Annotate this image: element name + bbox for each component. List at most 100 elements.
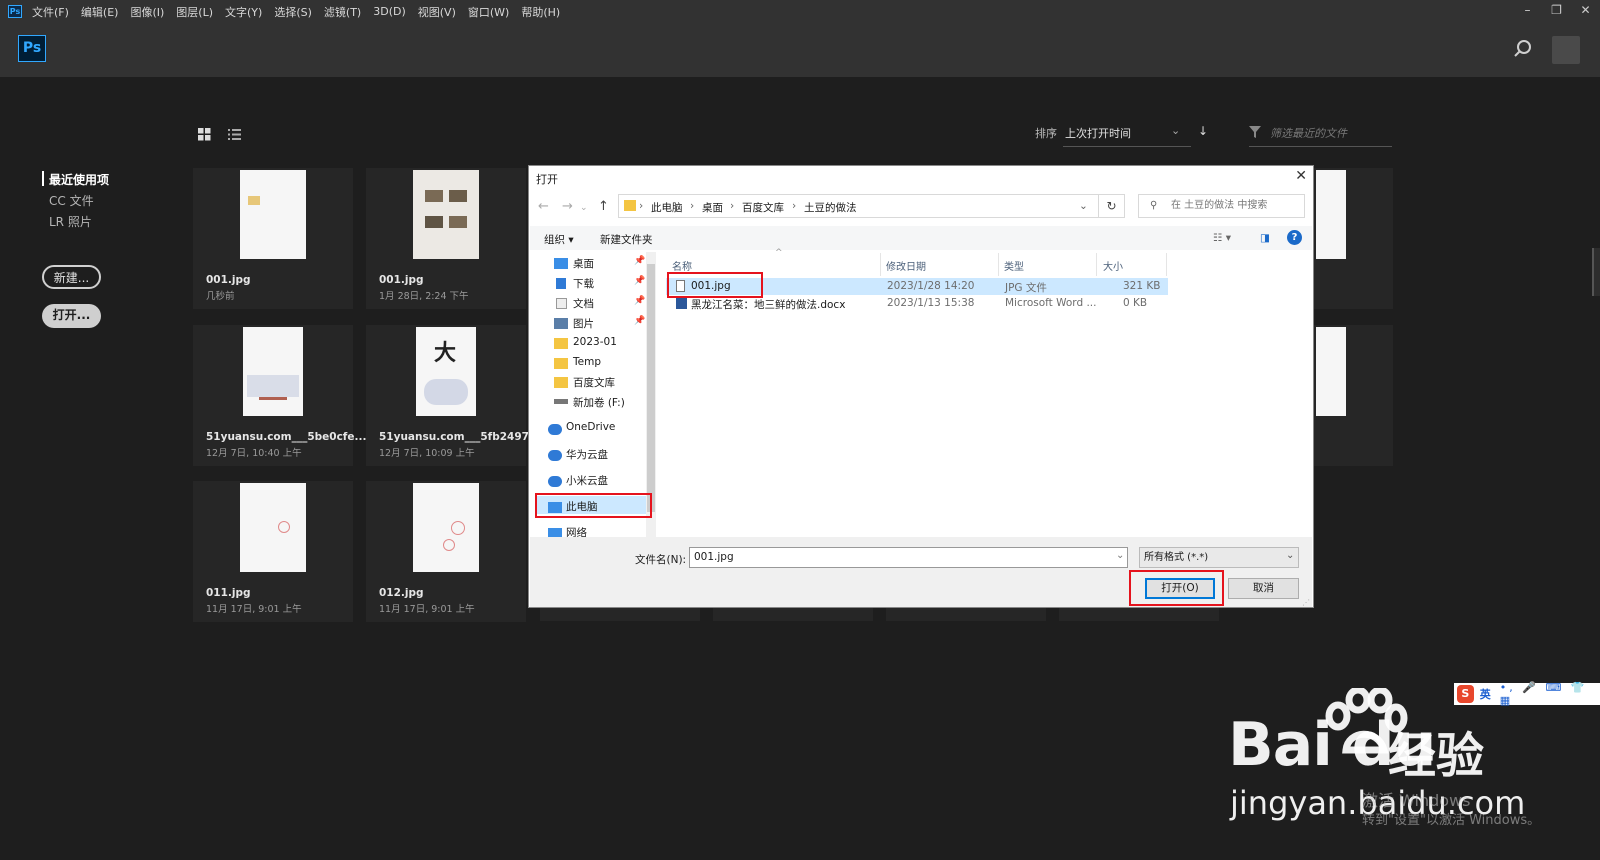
chevron-down-icon[interactable]: ⌄ xyxy=(1079,200,1088,212)
file-thumbnail xyxy=(240,170,306,259)
nav-recent[interactable]: 最近使用项 xyxy=(49,171,109,188)
nav-lr-photos[interactable]: LR 照片 xyxy=(49,213,92,230)
menu-3d[interactable]: 3D(D) xyxy=(373,5,406,18)
list-view-icon[interactable] xyxy=(228,128,241,141)
up-icon[interactable]: ↑ xyxy=(598,199,609,214)
restore-icon[interactable]: ❐ xyxy=(1542,0,1571,23)
sidebar-item-xiaomi-cloud[interactable]: 小米云盘 xyxy=(566,473,608,488)
minimize-icon[interactable]: – xyxy=(1513,0,1542,23)
desktop-icon xyxy=(554,258,568,269)
close-icon[interactable]: ✕ xyxy=(1295,168,1307,184)
sort-underline xyxy=(1063,146,1191,147)
ime-language[interactable]: 英 xyxy=(1480,686,1491,702)
menu-view[interactable]: 视图(V) xyxy=(418,4,456,20)
menu-type[interactable]: 文字(Y) xyxy=(225,4,262,20)
column-date[interactable]: 修改日期 xyxy=(886,258,926,273)
sidebar-item-pictures[interactable]: 图片 xyxy=(573,316,594,331)
chevron-down-icon[interactable]: ⌄ xyxy=(1116,550,1124,561)
view-options-icon[interactable]: ☷ ▾ xyxy=(1213,232,1231,244)
recent-file-card[interactable]: 大 51yuansu.com___5fb2497... 12月 7日, 10:0… xyxy=(366,325,541,466)
recent-file-card[interactable]: 012.jpg 11月 17日, 9:01 上午 xyxy=(366,481,526,622)
breadcrumb-current-folder[interactable]: 土豆的做法 xyxy=(804,200,857,215)
ime-tools-icons[interactable]: •, 🎤 ⌨ 👕 ▦ xyxy=(1500,681,1600,707)
close-window-icon[interactable]: ✕ xyxy=(1571,0,1600,23)
sidebar-item-downloads[interactable]: 下载 xyxy=(573,276,594,291)
menu-window[interactable]: 窗口(W) xyxy=(468,4,509,20)
watermark-jingyan: 经验 xyxy=(1388,728,1485,784)
search-placeholder: 在 土豆的做法 中搜索 xyxy=(1171,200,1268,211)
cloud-icon xyxy=(548,476,562,487)
recent-file-card[interactable]: 011.jpg 11月 17日, 9:01 上午 xyxy=(193,481,353,622)
sort-select[interactable]: 上次打开时间 xyxy=(1065,125,1131,141)
menu-edit[interactable]: 编辑(E) xyxy=(81,4,119,20)
back-icon[interactable]: ← xyxy=(538,199,549,214)
sidebar-item-desktop[interactable]: 桌面 xyxy=(573,256,594,271)
folder-icon xyxy=(554,377,568,388)
sogou-icon: S xyxy=(1457,685,1474,703)
address-bar[interactable]: › 此电脑 › 桌面 › 百度文库 › 土豆的做法 ⌄ xyxy=(618,194,1099,218)
breadcrumb-baidu-wenku[interactable]: 百度文库 xyxy=(742,200,784,215)
menu-file[interactable]: 文件(F) xyxy=(32,4,69,20)
column-type[interactable]: 类型 xyxy=(1004,258,1024,273)
onedrive-icon xyxy=(548,424,562,435)
sidebar-item-2023-01[interactable]: 2023-01 xyxy=(573,336,617,348)
column-separator xyxy=(1166,253,1167,276)
new-folder-button[interactable]: 新建文件夹 xyxy=(600,232,653,247)
sidebar-item-onedrive[interactable]: OneDrive xyxy=(566,421,615,433)
filename-input[interactable]: 001.jpg xyxy=(689,547,1128,568)
open-button[interactable]: 打开... xyxy=(42,304,101,328)
grid-view-icon[interactable] xyxy=(198,128,211,141)
sidebar-item-documents[interactable]: 文档 xyxy=(573,296,594,311)
help-icon[interactable]: ? xyxy=(1287,230,1302,245)
file-thumbnail xyxy=(413,483,479,572)
menu-select[interactable]: 选择(S) xyxy=(274,4,312,20)
resize-grip-icon[interactable]: ⋰ xyxy=(1302,598,1310,607)
menu-layer[interactable]: 图层(L) xyxy=(176,4,213,20)
filetype-select[interactable]: 所有格式 (*.*) xyxy=(1139,547,1299,568)
refresh-icon[interactable]: ↻ xyxy=(1099,194,1125,218)
filter-underline xyxy=(1249,146,1392,147)
file-name: 011.jpg xyxy=(206,587,251,599)
sidebar-item-huawei-cloud[interactable]: 华为云盘 xyxy=(566,447,608,462)
pin-icon: 📌 xyxy=(634,276,646,286)
download-icon xyxy=(556,278,566,289)
sidebar-item-temp[interactable]: Temp xyxy=(573,356,601,368)
side-panel-handle[interactable] xyxy=(1592,248,1600,296)
avatar[interactable] xyxy=(1552,36,1580,64)
pin-icon: 📌 xyxy=(634,256,646,266)
search-input[interactable]: ⚲ 在 土豆的做法 中搜索 xyxy=(1138,194,1305,218)
breadcrumb-this-pc[interactable]: 此电脑 xyxy=(651,200,683,215)
organize-menu[interactable]: 组织 ▾ xyxy=(544,232,574,247)
chevron-down-icon[interactable]: ⌄ xyxy=(1171,124,1180,137)
breadcrumb-desktop[interactable]: 桌面 xyxy=(702,200,723,215)
recent-locations-icon[interactable]: ⌄ xyxy=(580,203,588,213)
file-name: 001.jpg xyxy=(379,274,424,286)
column-size[interactable]: 大小 xyxy=(1103,258,1123,273)
recent-file-card[interactable]: 001.jpg 几秒前 xyxy=(193,168,353,309)
dialog-cancel-button[interactable]: 取消 xyxy=(1228,578,1299,599)
pin-icon: 📌 xyxy=(634,296,646,306)
file-date: 11月 17日, 9:01 上午 xyxy=(379,604,475,615)
chevron-down-icon[interactable]: ⌄ xyxy=(1286,550,1294,561)
column-name[interactable]: 名称 xyxy=(672,258,692,273)
ime-toolbar[interactable]: S 英 •, 🎤 ⌨ 👕 ▦ xyxy=(1454,681,1600,707)
scrollbar-thumb[interactable] xyxy=(647,264,655,512)
menu-filter[interactable]: 滤镜(T) xyxy=(324,4,361,20)
sidebar-item-drive-f[interactable]: 新加卷 (F:) xyxy=(573,395,625,410)
recent-file-card[interactable]: 51yuansu.com___5be0cfe... 12月 7日, 10:40 … xyxy=(193,325,366,466)
filter-input[interactable]: 筛选最近的文件 xyxy=(1270,125,1347,141)
preview-pane-icon[interactable]: ◨ xyxy=(1260,232,1270,244)
file-row-size: 321 KB xyxy=(1123,280,1161,292)
recent-file-card[interactable]: 001.jpg 1月 28日, 2:24 下午 xyxy=(366,168,526,309)
sidebar-item-baidu-wenku[interactable]: 百度文库 xyxy=(573,375,615,390)
sort-direction-icon[interactable]: ↓ xyxy=(1198,124,1208,138)
menu-image[interactable]: 图像(I) xyxy=(130,4,164,20)
nav-cc-files[interactable]: CC 文件 xyxy=(49,192,94,209)
search-icon[interactable] xyxy=(1513,39,1533,59)
file-thumbnail xyxy=(1316,170,1346,259)
forward-icon[interactable]: → xyxy=(562,199,573,214)
new-button[interactable]: 新建... xyxy=(42,265,101,289)
file-row-name: 黑龙江名菜：地三鲜的做法.docx xyxy=(691,299,846,311)
column-separator xyxy=(998,253,999,276)
menu-help[interactable]: 帮助(H) xyxy=(521,4,560,20)
